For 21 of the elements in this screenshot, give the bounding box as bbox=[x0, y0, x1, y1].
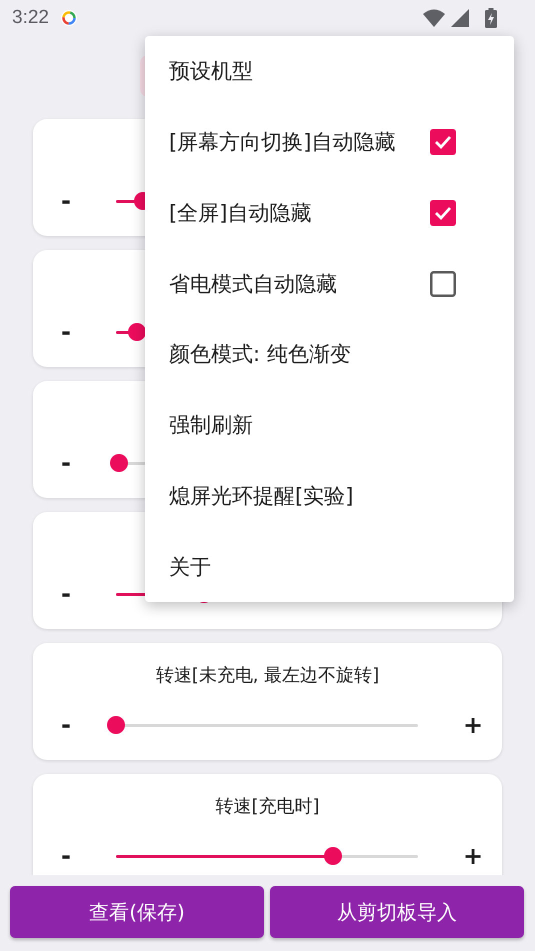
minus-button[interactable]: - bbox=[55, 842, 77, 870]
status-time: 3:22 bbox=[12, 7, 49, 29]
menu-item[interactable]: [屏幕方向切换]自动隐藏 bbox=[145, 106, 514, 178]
card-title: 转速[未充电, 最左边不旋转] bbox=[156, 664, 380, 687]
minus-button[interactable]: - bbox=[55, 318, 77, 346]
plus-button[interactable]: + bbox=[462, 842, 484, 870]
action-button[interactable]: 查看(保存) bbox=[10, 886, 264, 938]
menu-item[interactable]: 省电模式自动隐藏 bbox=[145, 248, 514, 319]
menu-item[interactable]: [全屏]自动隐藏 bbox=[145, 178, 514, 248]
menu-item[interactable]: 熄屏光环提醒[实验] bbox=[145, 460, 514, 532]
minus-button[interactable]: - bbox=[55, 187, 77, 215]
menu-item[interactable]: 关于 bbox=[145, 531, 514, 602]
card-title: 转速[充电时] bbox=[215, 795, 320, 818]
menu-item[interactable]: 颜色模式: 纯色渐变 bbox=[145, 319, 514, 390]
minus-button[interactable]: - bbox=[55, 711, 77, 739]
minus-button[interactable]: - bbox=[55, 449, 77, 477]
plus-button[interactable]: + bbox=[462, 711, 484, 739]
action-button[interactable]: 从剪切板导入 bbox=[270, 886, 524, 938]
menu-item[interactable]: 强制刷新 bbox=[145, 390, 514, 460]
minus-button[interactable]: - bbox=[55, 580, 77, 608]
menu-item[interactable]: 预设机型 bbox=[145, 36, 514, 107]
